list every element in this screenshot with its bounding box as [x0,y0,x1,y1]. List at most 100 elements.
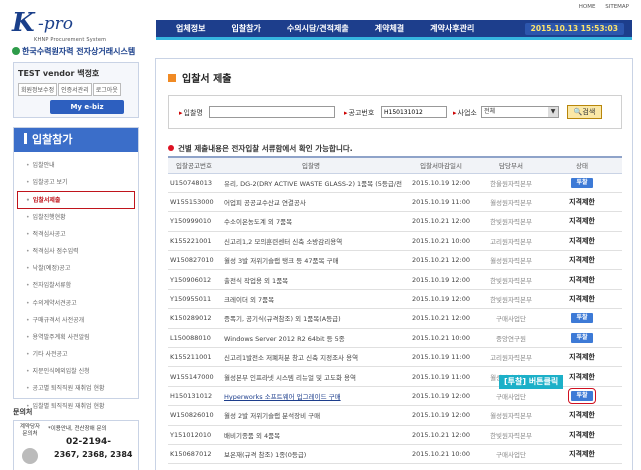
cell-deadline: 2015.10.21 12:00 [402,250,480,271]
cell-notice-no: H150131012 [168,386,220,407]
sidebar-item[interactable]: 구매규격서 사전공개 [14,312,138,329]
table-row: K150687012 보온재(규격 참조) 1종(0등급) 2015.10.21 1… [168,444,622,465]
org-name: 한국수력원자력 전자상거래시스템 [12,46,135,57]
search-button[interactable]: 🔍검색 [567,105,602,119]
bid-submit-button[interactable]: 투찰 [571,177,593,188]
bid-submit-button[interactable]: 투찰 [571,313,593,324]
office-label-text: 사업소 [457,109,477,117]
table-body: U150748013 유리, DG-2(DRY ACTIVE WASTE GLAS… [168,173,622,470]
nav-contract[interactable]: 계약체결 [362,23,417,34]
sidebar-item[interactable]: 용역발주계획 사전알림 [14,329,138,346]
sidebar-item[interactable]: 입찰공고 보기 [14,174,138,191]
bid-submit-button[interactable]: 투찰 [568,387,596,404]
cell-bid-name: 월성 3발 저위기슬랩 탱크 등 47품목 구매 [220,250,402,271]
cert-manage-link[interactable]: 인증서관리 [58,83,92,96]
office-select[interactable]: 전체 ▼ [481,106,559,118]
bid-submit-button[interactable]: 투찰 [571,332,593,343]
cell-notice-no: Y150906012 [168,269,220,290]
main-content: 입찰서 제출 ▸입찰명 ▸공고번호 ▸사업소 전체 ▼ 🔍검색 건별 제출내용은… [155,58,633,470]
table-row: U150821010신한울1,2 네트워크 분석장비 외 4품목2015.10.… [168,463,622,470]
cell-deadline: 2015.10.21 12:00 [402,211,480,232]
table-row: K155211001 신고리1발전소 저폐처분 창고 신축 지정조사 용역 2015… [168,347,622,368]
sidebar-title-bar-icon [24,133,27,144]
bid-name-label: ▸입찰명 [179,108,203,118]
sidebar-item[interactable]: 전자입찰서류함 [14,277,138,294]
logo[interactable]: K -pro KHNP Procurement System 한국수력원자력 전… [12,8,142,56]
sidebar-item[interactable]: 적격심사공고 [14,226,138,243]
cell-bid-name: 신고리1,2 모의훈련센터 신축 소방감리용역 [220,231,402,252]
cell-notice-no: K155221001 [168,231,220,252]
notice-dot-icon [168,145,174,151]
search-panel: ▸입찰명 ▸공고번호 ▸사업소 전체 ▼ 🔍검색 [168,95,622,129]
edit-member-link[interactable]: 회원정보수정 [18,83,58,96]
user-box: TEST vendor 백정호 회원정보수정 인증서관리 로그아웃 My e-biz [13,62,139,118]
cell-status: 지격제한 [542,211,622,232]
table-row: Y150955011 크레이더 외 7품목 2015.10.19 12:00 한빛원자… [168,289,622,310]
cell-status: 투찰 [542,173,622,193]
cell-deadline: 2015.10.21 10:00 [402,444,480,465]
cell-bid-name: 월성 2발 저위기슬랩 분석장비 구매 [220,405,402,426]
cell-status: 지격제한 [542,289,622,310]
cell-deadline: 2015.10.19 12:00 [402,386,480,407]
bid-name-input[interactable] [209,106,335,118]
sidebar-item[interactable]: 지문인식예외입찰 신청 [14,363,138,380]
nav-company-info[interactable]: 업체정보 [156,23,218,34]
cell-notice-no: W155147000 [168,366,220,387]
cell-deadline: 2015.10.19 11:00 [402,192,480,213]
cell-bid-name[interactable]: Hyperworks 소프트웨어 업그레이드 구매 [220,386,402,407]
cell-status: 지격제한 [542,463,622,470]
cell-notice-no: Y150955011 [168,289,220,310]
sitemap-link[interactable]: SITEMAP [605,4,629,10]
cell-notice-no: K150687012 [168,444,220,465]
table-row: K150289012 증폭기, 공기식(규격참조) 외 1품목(A등급) 2015.… [168,308,622,329]
cell-deadline: 2015.10.19 11:00 [402,366,480,387]
nav-quote-submission[interactable]: 수의시담/견적제출 [274,23,362,34]
contact-box: 문의처 계약당자 문의처 *이용안내, 전산장애 문의 02-2194- 236… [13,407,139,470]
label-bullet-icon: ▸ [453,109,457,117]
logo-pro: -pro [38,14,73,34]
user-links: 회원정보수정 인증서관리 로그아웃 [18,83,122,96]
sidebar-item[interactable]: 입찰서제출 [17,191,135,209]
table-row: W150827010 월성 3발 저위기슬랩 탱크 등 47품목 구매 2015.1… [168,250,622,271]
sidebar-menu: 입찰안내입찰공고 보기입찰서제출입찰진행현황적격심사공고적격심사 점수입력낙찰(… [14,152,138,415]
org-logo-icon [12,47,20,55]
cell-deadline: 2015.10.19 11:00 [402,347,480,368]
cell-status: 지격제한 [542,250,622,271]
search-button-label: 검색 [582,108,596,116]
home-link[interactable]: HOME [579,4,596,10]
office-label: ▸사업소 [453,108,477,118]
cell-bid-name: 크레이더 외 7품목 [220,289,402,310]
sidebar-item[interactable]: 적격심사 점수입력 [14,243,138,260]
my-ebiz-button[interactable]: My e-biz [50,100,124,114]
cell-bid-name: 배비기종품 외 4품목 [220,425,402,445]
cell-bid-name: 신한울1,2 네트워크 분석장비 외 4품목 [220,463,402,470]
cell-status: 지격제한 [542,231,622,252]
cell-dept: 구매사업단 [480,444,542,465]
bid-name-label-text: 입찰명 [183,109,203,117]
sidebar-item[interactable]: 공고별 퇴직직원 재취업 현황 [14,380,138,397]
page-title: 입찰서 제출 [168,70,231,85]
table-row: L150088010 Windows Server 2012 R2 64bit 등… [168,328,622,349]
notice-no-input[interactable] [381,106,447,118]
logout-link[interactable]: 로그아웃 [92,83,121,96]
cell-deadline: 2015.10.21 12:00 [402,308,480,329]
col-dept: 담당부서 [480,156,542,174]
cell-bid-name: 유리, DG-2(DRY ACTIVE WASTE GLASS-2) 1품목 (… [220,173,402,193]
nav-post-contract[interactable]: 계약사후관리 [417,23,487,34]
cell-dept: 한울원자력본부 [480,173,542,193]
sidebar-item[interactable]: 수의계약서견공고 [14,295,138,312]
contact-phone-1: 02-2194- [66,437,112,447]
cell-notice-no: W155153000 [168,192,220,213]
cell-status: 지격제한 [542,347,622,368]
sidebar-item[interactable]: 입찰진행현황 [14,209,138,226]
col-status: 상태 [542,156,622,174]
nav-bid-participation[interactable]: 입찰참가 [218,23,273,34]
page-title-text: 입찰서 제출 [182,74,232,85]
sidebar-item[interactable]: 입찰안내 [14,157,138,174]
cell-status: 투찰 [542,308,622,329]
contact-title: 문의처 [13,408,33,416]
cell-deadline: 2015.10.21 10:00 [402,328,480,349]
sidebar-item[interactable]: 기타 사전공고 [14,346,138,363]
global-nav: 업체정보 입찰참가 수의시담/견적제출 계약체결 계약사후관리 2015.10.… [156,20,632,40]
sidebar-item[interactable]: 낙찰(예정)공고 [14,260,138,277]
